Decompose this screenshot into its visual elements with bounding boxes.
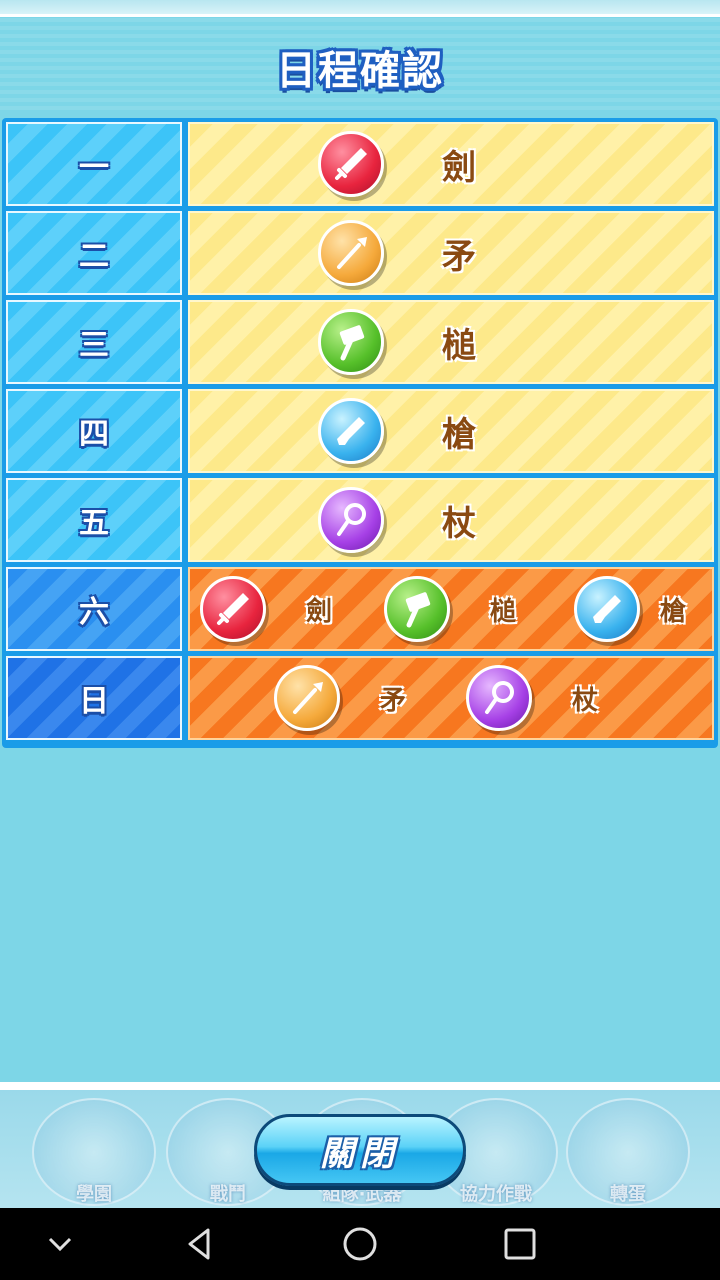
- day-label: 二: [79, 239, 109, 274]
- sword-icon: [318, 131, 384, 197]
- page-title: 日程確認: [276, 48, 444, 94]
- gacha-icon: 轉蛋: [610, 1184, 646, 1205]
- school-icon: 學園: [76, 1184, 112, 1205]
- day-label: 四: [79, 417, 109, 452]
- top-status-strip: [0, 0, 720, 17]
- weapons-cell: 劍: [188, 122, 714, 206]
- weapon-name: 劍: [306, 596, 333, 627]
- day-cell: 五: [6, 478, 182, 562]
- android-nav-bar: [0, 1208, 720, 1280]
- weapon-name: 杖: [442, 503, 476, 544]
- day-label: 六: [79, 595, 109, 630]
- weapon-name: 槌: [490, 596, 517, 627]
- spear-icon: [274, 665, 340, 731]
- day-cell: 日: [6, 656, 182, 740]
- schedule-row-tue: 二 矛: [6, 211, 714, 295]
- coop-icon: 協力作戰: [460, 1184, 532, 1205]
- weapon-entry: 杖: [466, 658, 598, 738]
- schedule-row-sun: 日 矛 杖: [6, 656, 714, 740]
- schedule-row-thu: 四 槍: [6, 389, 714, 473]
- weapon-name: 槌: [442, 325, 476, 366]
- divider: [0, 1082, 720, 1090]
- gun-icon: [574, 576, 640, 642]
- hammer-icon: [384, 576, 450, 642]
- weapons-cell: 槍: [188, 389, 714, 473]
- weapon-entry: 槌: [384, 569, 516, 649]
- weapon-entry: 槌: [318, 302, 476, 382]
- weapon-name: 杖: [572, 685, 599, 716]
- day-label: 五: [79, 506, 109, 541]
- day-label: 日: [79, 684, 109, 719]
- day-label: 三: [79, 328, 109, 363]
- weapon-entry: 矛: [274, 658, 406, 738]
- weapons-cell: 矛: [188, 211, 714, 295]
- weapon-entry: 杖: [318, 480, 476, 560]
- schedule-table: 一 劍 二 矛 三 槌 四 槍 五 杖 六 劍 槌 槍 日 矛 杖: [2, 118, 718, 748]
- weapon-name: 矛: [380, 685, 407, 716]
- day-cell: 四: [6, 389, 182, 473]
- weapon-entry: 劍: [318, 124, 476, 204]
- day-label: 一: [79, 150, 109, 185]
- day-cell: 三: [6, 300, 182, 384]
- battle-icon: 戰鬥: [210, 1184, 246, 1205]
- close-button[interactable]: 關閉: [254, 1114, 466, 1186]
- staff-icon: [466, 665, 532, 731]
- day-cell: 一: [6, 122, 182, 206]
- schedule-row-wed: 三 槌: [6, 300, 714, 384]
- weapon-name: 槍: [660, 596, 687, 627]
- weapon-name: 劍: [442, 147, 476, 188]
- nav-gacha[interactable]: 轉蛋: [566, 1098, 690, 1206]
- weapon-entry: 矛: [318, 213, 476, 293]
- schedule-row-fri: 五 杖: [6, 478, 714, 562]
- weapons-cell: 杖: [188, 478, 714, 562]
- weapon-entry: 劍: [200, 569, 332, 649]
- close-label: 關閉: [320, 1133, 400, 1174]
- weapons-cell: 劍 槌 槍: [188, 567, 714, 651]
- gun-icon: [318, 398, 384, 464]
- weapon-name: 矛: [442, 236, 476, 277]
- hammer-icon: [318, 309, 384, 375]
- weapons-cell: 槌: [188, 300, 714, 384]
- recents-icon[interactable]: [502, 1226, 538, 1262]
- day-cell: 六: [6, 567, 182, 651]
- staff-icon: [318, 487, 384, 553]
- weapon-name: 槍: [442, 414, 476, 455]
- weapon-entry: 槍: [318, 391, 476, 471]
- schedule-row-mon: 一 劍: [6, 122, 714, 206]
- nav-school[interactable]: 學園: [32, 1098, 156, 1206]
- weapon-entry: 槍: [574, 569, 686, 649]
- spear-icon: [318, 220, 384, 286]
- sword-icon: [200, 576, 266, 642]
- chevron-down-icon[interactable]: [42, 1226, 78, 1262]
- weapons-cell: 矛 杖: [188, 656, 714, 740]
- schedule-row-sat: 六 劍 槌 槍: [6, 567, 714, 651]
- home-icon[interactable]: [342, 1226, 378, 1262]
- day-cell: 二: [6, 211, 182, 295]
- back-icon[interactable]: [182, 1226, 218, 1262]
